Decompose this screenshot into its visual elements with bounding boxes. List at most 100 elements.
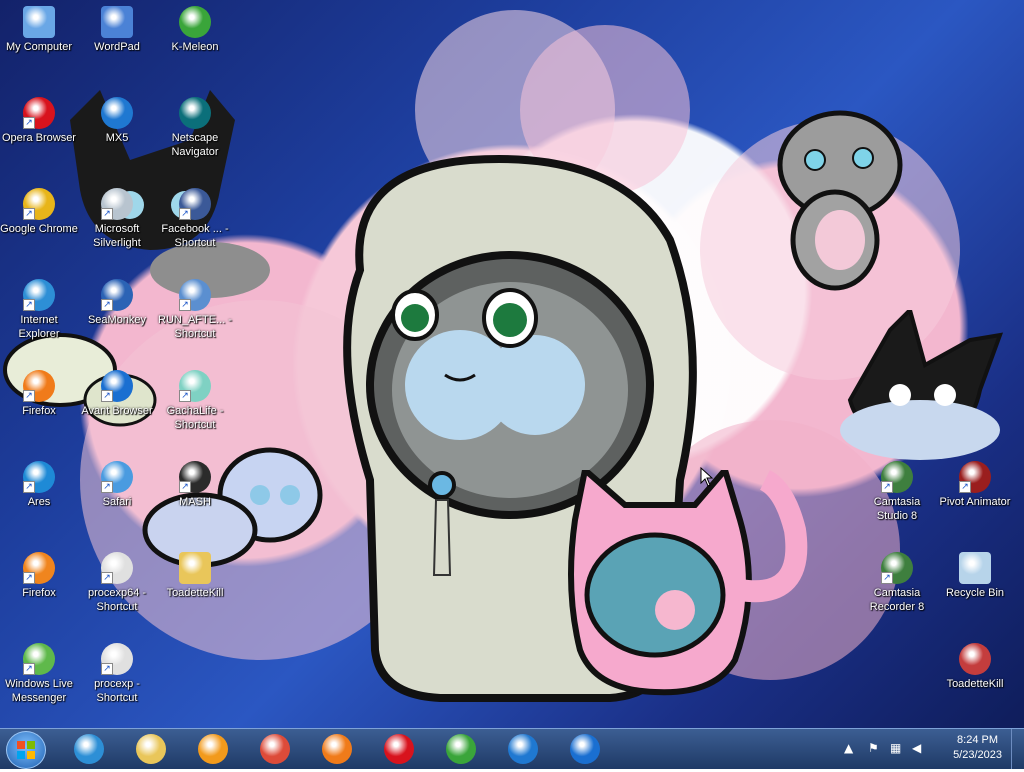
desktop-icon-label: Netscape Navigator — [171, 132, 219, 158]
desktop-icon-opera[interactable]: ↗ Opera Browser — [0, 91, 78, 169]
desktop-icon-netscape[interactable]: Netscape Navigator — [156, 91, 234, 169]
shortcut-arrow-icon: ↗ — [23, 390, 35, 402]
desktop-icon-label: SeaMonkey — [87, 314, 147, 326]
desktop-icon-pivot-animator[interactable]: ↗ Pivot Animator — [936, 455, 1014, 533]
desktop-icon-internet-explorer[interactable]: ↗ Internet Explorer — [0, 273, 78, 351]
desktop-icon-my-computer[interactable]: My Computer — [0, 0, 78, 78]
desktop-icon-firefox-2[interactable]: ↗ Firefox — [0, 546, 78, 624]
taskbar-button-mx5[interactable] — [500, 732, 546, 766]
mash-icon: ↗ — [179, 461, 211, 493]
desktop-icon-label: Opera Browser — [2, 132, 76, 144]
desktop[interactable]: My Computer WordPad K-Meleon ↗ Opera Browser… — [0, 0, 1024, 728]
firefox-2-icon: ↗ — [23, 552, 55, 584]
start-button[interactable] — [6, 731, 46, 769]
desktop-icon-label: Facebook ... - Shortcut — [161, 223, 229, 249]
desktop-icon-label: Windows Live Messenger — [5, 678, 73, 704]
desktop-icon-windows-live-messenger[interactable]: ↗ Windows Live Messenger — [0, 637, 78, 715]
desktop-icon-recycle-bin[interactable]: Recycle Bin — [936, 546, 1014, 624]
desktop-icon-camtasia-recorder[interactable]: ↗ Camtasia Recorder 8 — [858, 546, 936, 624]
shortcut-arrow-icon: ↗ — [179, 208, 191, 220]
desktop-icon-label: ToadetteKill — [166, 587, 224, 599]
desktop-icon-mx5[interactable]: MX5 — [78, 91, 156, 169]
shortcut-arrow-icon: ↗ — [23, 299, 35, 311]
taskbar-button-ie[interactable] — [66, 732, 112, 766]
taskbar-button-media-player[interactable] — [190, 732, 236, 766]
taskbar-button-k-meleon[interactable] — [438, 732, 484, 766]
network-icon[interactable]: ▦ — [890, 741, 904, 755]
desktop-icon-silverlight[interactable]: ↗ Microsoft Silverlight — [78, 182, 156, 260]
clock-time: 8:24 PM — [957, 734, 999, 746]
toadettekill-icon — [959, 643, 991, 675]
desktop-icon-avant-browser[interactable]: ↗ Avant Browser — [78, 364, 156, 442]
desktop-icon-facebook-shortcut[interactable]: ↗ Facebook ... - Shortcut — [156, 182, 234, 260]
desktop-icon-label: Pivot Animator — [939, 496, 1011, 508]
shortcut-arrow-icon: ↗ — [101, 208, 113, 220]
shortcut-arrow-icon: ↗ — [179, 481, 191, 493]
desktop-icon-gachalife-shortcut[interactable]: ↗ GachaLife - Shortcut — [156, 364, 234, 442]
desktop-icon-mash[interactable]: ↗ MASH — [156, 455, 234, 533]
seamonkey-icon: ↗ — [101, 279, 133, 311]
taskbar-button-explorer[interactable] — [128, 732, 174, 766]
desktop-icon-k-meleon[interactable]: K-Meleon — [156, 0, 234, 78]
firefox-taskbar-icon — [322, 734, 352, 764]
show-desktop-button[interactable] — [1011, 729, 1024, 769]
desktop-icon-label: ToadetteKill — [946, 678, 1004, 690]
shortcut-arrow-icon: ↗ — [23, 663, 35, 675]
camtasia-studio-icon: ↗ — [881, 461, 913, 493]
volume-muted-icon[interactable]: ◀ — [912, 741, 926, 755]
shortcut-arrow-icon: ↗ — [959, 481, 971, 493]
shortcut-arrow-icon: ↗ — [23, 208, 35, 220]
taskbar-button-firefox[interactable] — [314, 732, 360, 766]
desktop-icon-procexp64-shortcut[interactable]: ↗ procexp64 - Shortcut — [78, 546, 156, 624]
run-after-shortcut-icon: ↗ — [179, 279, 211, 311]
gachalife-shortcut-icon: ↗ — [179, 370, 211, 402]
desktop-icon-chrome[interactable]: ↗ Google Chrome — [0, 182, 78, 260]
desktop-icon-camtasia-studio[interactable]: ↗ Camtasia Studio 8 — [858, 455, 936, 533]
safari-icon: ↗ — [101, 461, 133, 493]
desktop-icon-toadettekill-folder[interactable]: ToadetteKill — [156, 546, 234, 624]
taskbar-button-opera[interactable] — [376, 732, 422, 766]
desktop-icon-label: Camtasia Studio 8 — [873, 496, 921, 522]
recycle-bin-icon — [959, 552, 991, 584]
desktop-icon-label: MASH — [179, 496, 211, 508]
mx5-taskbar-icon — [508, 734, 538, 764]
procexp-shortcut-icon: ↗ — [101, 643, 133, 675]
desktop-icon-label: Internet Explorer — [18, 314, 60, 340]
avant-browser-icon: ↗ — [101, 370, 133, 402]
desktop-icon-wordpad[interactable]: WordPad — [78, 0, 156, 78]
wordpad-icon — [101, 6, 133, 38]
desktop-icon-label: Avant Browser — [81, 405, 153, 417]
desktop-icon-toadettekill[interactable]: ToadetteKill — [936, 637, 1014, 715]
ie-taskbar-icon — [74, 734, 104, 764]
action-center-flag-icon[interactable]: ⚑ — [868, 741, 882, 755]
desktop-icon-label: RUN_AFTE... - Shortcut — [158, 314, 232, 340]
clock-date: 5/23/2023 — [953, 749, 1002, 761]
windows-live-messenger-icon: ↗ — [23, 643, 55, 675]
desktop-icon-label: Microsoft Silverlight — [93, 223, 141, 249]
shortcut-arrow-icon: ↗ — [179, 299, 191, 311]
desktop-icon-label: WordPad — [94, 41, 140, 53]
desktop-icon-firefox[interactable]: ↗ Firefox — [0, 364, 78, 442]
shortcut-arrow-icon: ↗ — [179, 390, 191, 402]
mouse-cursor-icon — [700, 467, 714, 487]
desktop-icon-label: procexp - Shortcut — [94, 678, 140, 704]
desktop-icon-label: Firefox — [22, 405, 56, 417]
desktop-icon-procexp-shortcut[interactable]: ↗ procexp - Shortcut — [78, 637, 156, 715]
firefox-icon: ↗ — [23, 370, 55, 402]
shortcut-arrow-icon: ↗ — [101, 390, 113, 402]
desktop-icon-run-after-shortcut[interactable]: ↗ RUN_AFTE... - Shortcut — [156, 273, 234, 351]
show-hidden-icons-chevron-icon[interactable]: ▲ — [844, 741, 858, 755]
opera-taskbar-icon — [384, 734, 414, 764]
k-meleon-icon — [179, 6, 211, 38]
taskbar-button-chrome[interactable] — [252, 732, 298, 766]
desktop-icon-seamonkey[interactable]: ↗ SeaMonkey — [78, 273, 156, 351]
desktop-icon-ares[interactable]: ↗ Ares — [0, 455, 78, 533]
shortcut-arrow-icon: ↗ — [23, 117, 35, 129]
taskbar: ▲ ⚑ ▦ ◀ 8:24 PM 5/23/2023 — [0, 728, 1024, 769]
taskbar-button-avant[interactable] — [562, 732, 608, 766]
black-rabbit-illustration — [840, 310, 1004, 460]
clock[interactable]: 8:24 PM 5/23/2023 — [953, 733, 1002, 763]
opera-icon: ↗ — [23, 97, 55, 129]
desktop-icon-safari[interactable]: ↗ Safari — [78, 455, 156, 533]
internet-explorer-icon: ↗ — [23, 279, 55, 311]
